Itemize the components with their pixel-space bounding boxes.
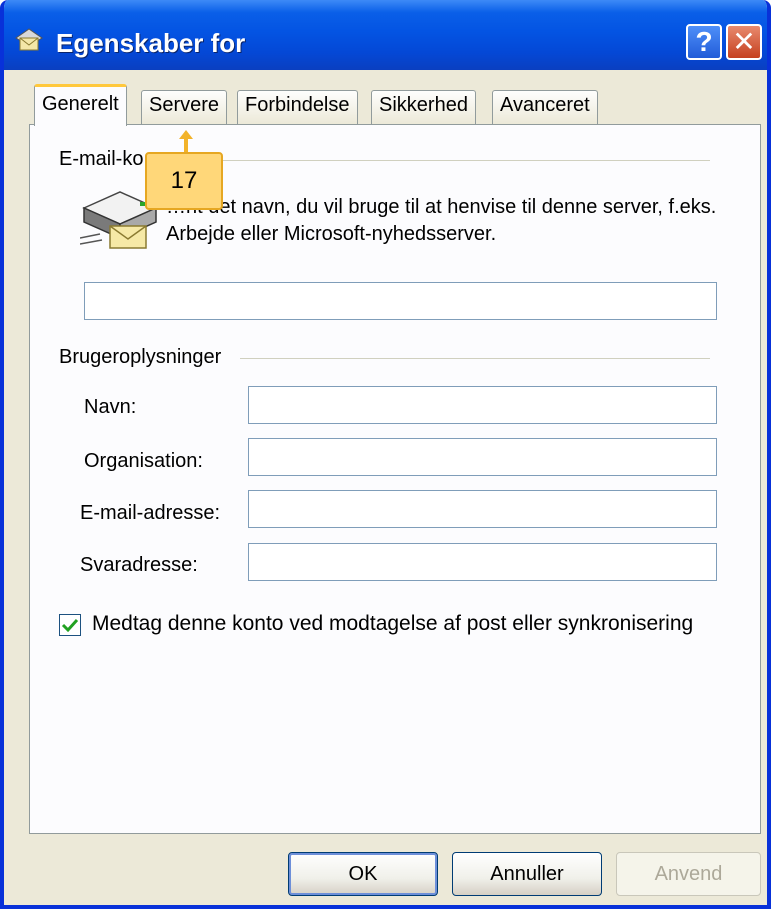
include-account-label: Medtag denne konto ved modtagelse af pos… [92,612,694,635]
mail-account-description: …nt det navn, du vil bruge til at henvis… [166,196,717,245]
title-bar[interactable]: Egenskaber for ? ✕ [4,0,767,70]
tab-avanceret[interactable]: Avanceret [492,90,598,124]
reply-address-input[interactable] [248,543,717,581]
cancel-button[interactable]: Annuller [452,852,602,896]
tab-label: Forbindelse [245,94,350,116]
name-label: Navn: [84,396,137,418]
email-address-label: E-mail-adresse: [80,502,221,524]
ok-button-label: OK [348,862,378,885]
tab-label: Avanceret [500,94,590,116]
account-name-input[interactable] [84,282,717,320]
user-info-group-label: Brugeroplysninger [59,346,228,369]
tab-sikkerhed[interactable]: Sikkerhed [371,90,476,124]
tab-label: Servere [149,94,220,116]
tab-forbindelse[interactable]: Forbindelse [237,90,358,124]
organisation-input[interactable] [248,438,717,476]
ok-button[interactable]: OK [288,852,438,896]
step-callout: 17 [145,152,223,210]
reply-address-label: Svaradresse: [80,554,198,576]
tab-generelt[interactable]: Generelt [34,84,127,126]
group-divider [240,358,710,359]
help-button[interactable]: ? [686,24,722,60]
include-account-checkbox[interactable] [59,614,81,636]
tab-label: Generelt [42,93,119,115]
mail-account-icon [15,28,43,51]
step-number: 17 [170,167,198,194]
tab-label: Sikkerhed [379,94,468,116]
callout-arrow-icon [179,130,193,154]
email-address-input[interactable] [248,490,717,528]
organisation-label: Organisation: [84,450,203,472]
properties-dialog: Egenskaber for ? ✕ Generelt Servere Forb… [0,0,771,909]
apply-button[interactable]: Anvend [616,852,761,896]
apply-button-label: Anvend [654,862,723,885]
cancel-button-label: Annuller [490,862,564,885]
close-button[interactable]: ✕ [726,24,762,60]
help-icon: ? [695,26,713,57]
checkmark-icon [61,618,79,633]
group-divider [204,160,710,161]
tab-servere[interactable]: Servere [141,90,228,124]
name-input[interactable] [248,386,717,424]
window-title: Egenskaber for [56,28,246,58]
mail-account-group-label: E-mail-ko [59,148,150,171]
close-icon: ✕ [732,26,756,57]
